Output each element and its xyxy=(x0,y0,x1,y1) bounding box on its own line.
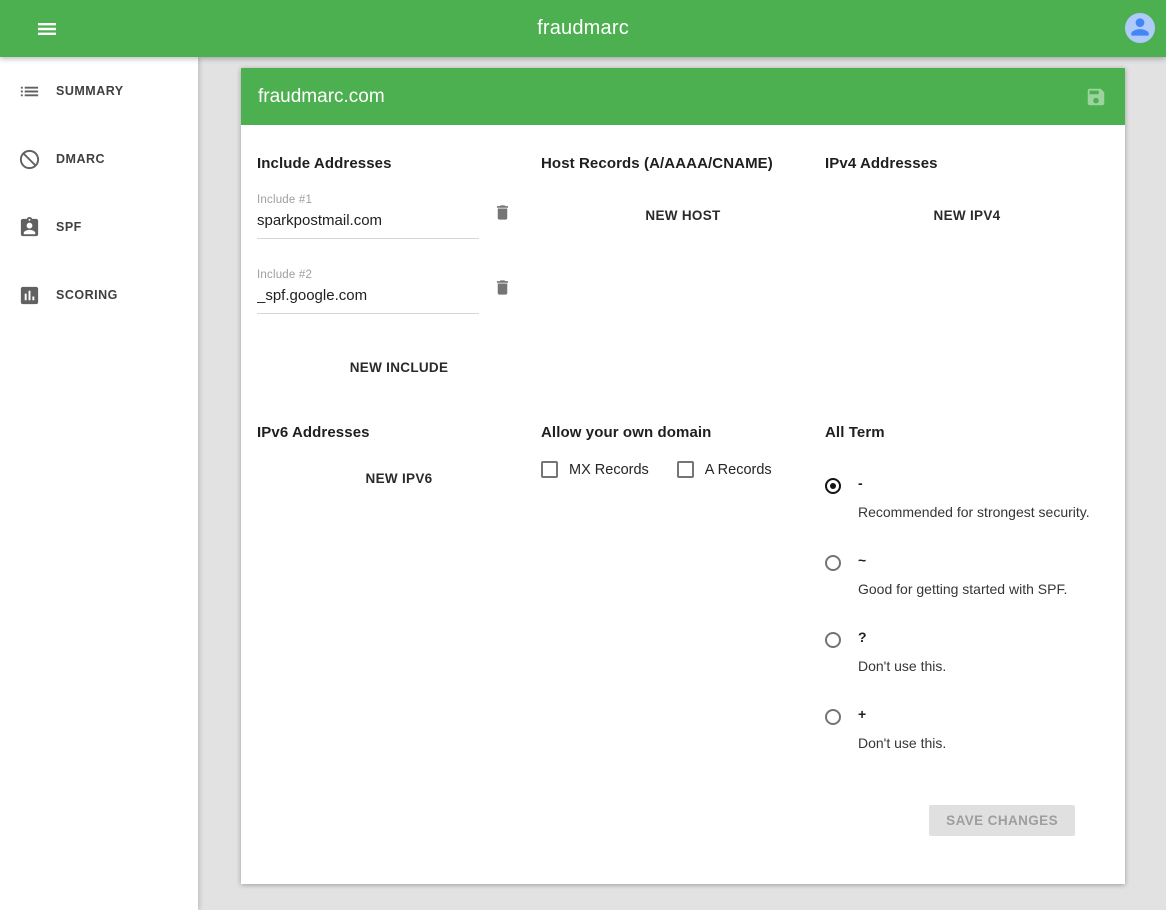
domain-card: fraudmarc.com Include Addresses Include … xyxy=(241,68,1125,884)
option-description: Good for getting started with SPF. xyxy=(858,581,1067,597)
block-icon xyxy=(18,148,41,171)
all-term-option-pass[interactable]: + Don't use this. xyxy=(825,708,1109,751)
main-content: fraudmarc.com Include Addresses Include … xyxy=(198,57,1166,910)
sidebar-item-scoring[interactable]: SCORING xyxy=(0,261,198,329)
mx-records-label: MX Records xyxy=(569,462,649,478)
option-symbol: ~ xyxy=(858,554,1067,567)
card-header: fraudmarc.com xyxy=(241,68,1125,125)
radio-button[interactable] xyxy=(825,709,841,725)
radio-button[interactable] xyxy=(825,555,841,571)
new-ipv6-button[interactable]: NEW IPV6 xyxy=(352,461,447,496)
all-term-option-softfail[interactable]: ~ Good for getting started with SPF. xyxy=(825,554,1109,597)
trash-icon xyxy=(493,278,515,297)
mx-records-checkbox-group[interactable]: MX Records xyxy=(541,461,649,478)
hamburger-menu-button[interactable] xyxy=(34,16,60,42)
hamburger-menu-icon xyxy=(35,17,59,41)
delete-include-1-button[interactable] xyxy=(493,201,515,223)
list-icon xyxy=(18,80,41,103)
all-term-option-neutral[interactable]: ? Don't use this. xyxy=(825,631,1109,674)
ipv6-title: IPv6 Addresses xyxy=(257,424,541,441)
include-field-row: Include #1 xyxy=(257,194,541,239)
host-records-section: Host Records (A/AAAA/CNAME) NEW HOST xyxy=(541,155,825,424)
include-addresses-section: Include Addresses Include #1 xyxy=(257,155,541,424)
own-domain-section: Allow your own domain MX Records A Recor… xyxy=(541,424,825,751)
sidebar-item-label: SUMMARY xyxy=(56,84,124,98)
a-records-label: A Records xyxy=(705,462,772,478)
card-body: Include Addresses Include #1 xyxy=(241,125,1125,884)
sidebar-item-spf[interactable]: SPF xyxy=(0,193,198,261)
ipv4-section: IPv4 Addresses NEW IPV4 xyxy=(825,155,1109,424)
include-2-input[interactable] xyxy=(257,281,479,314)
option-description: Don't use this. xyxy=(858,658,946,674)
ipv6-section: IPv6 Addresses NEW IPV6 xyxy=(257,424,541,751)
delete-include-2-button[interactable] xyxy=(493,276,515,298)
a-records-checkbox[interactable] xyxy=(677,461,694,478)
a-records-checkbox-group[interactable]: A Records xyxy=(677,461,772,478)
option-symbol: ? xyxy=(858,631,946,644)
new-include-button[interactable]: NEW INCLUDE xyxy=(336,350,463,385)
app-toolbar: fraudmarc xyxy=(0,0,1166,57)
radio-button[interactable] xyxy=(825,632,841,648)
bar-chart-icon xyxy=(18,284,41,307)
all-term-option-fail[interactable]: - Recommended for strongest security. xyxy=(825,477,1109,520)
include-1-label: Include #1 xyxy=(257,194,479,206)
new-host-button[interactable]: NEW HOST xyxy=(631,198,734,233)
option-symbol: + xyxy=(858,708,946,721)
user-avatar[interactable] xyxy=(1125,13,1155,43)
sidebar-item-label: DMARC xyxy=(56,152,105,166)
floppy-save-icon xyxy=(1085,86,1107,108)
trash-icon xyxy=(493,203,515,222)
badge-icon xyxy=(18,216,41,239)
include-field-row: Include #2 xyxy=(257,269,541,314)
option-symbol: - xyxy=(858,477,1090,490)
sidebar-item-label: SCORING xyxy=(56,288,118,302)
app-title: fraudmarc xyxy=(537,17,629,40)
option-description: Recommended for strongest security. xyxy=(858,504,1090,520)
sidebar-item-label: SPF xyxy=(56,220,82,234)
include-2-label: Include #2 xyxy=(257,269,479,281)
save-icon-button[interactable] xyxy=(1084,85,1108,109)
new-ipv4-button[interactable]: NEW IPV4 xyxy=(920,198,1015,233)
option-description: Don't use this. xyxy=(858,735,946,751)
mx-records-checkbox[interactable] xyxy=(541,461,558,478)
sidebar-item-dmarc[interactable]: DMARC xyxy=(0,125,198,193)
include-addresses-title: Include Addresses xyxy=(257,155,541,172)
save-changes-button[interactable]: SAVE CHANGES xyxy=(929,805,1075,836)
sidebar: SUMMARY DMARC SPF SCORING xyxy=(0,57,198,910)
host-records-title: Host Records (A/AAAA/CNAME) xyxy=(541,155,825,172)
sidebar-item-summary[interactable]: SUMMARY xyxy=(0,57,198,125)
person-icon xyxy=(1127,13,1153,43)
own-domain-title: Allow your own domain xyxy=(541,424,825,441)
radio-button[interactable] xyxy=(825,478,841,494)
ipv4-title: IPv4 Addresses xyxy=(825,155,1109,172)
include-1-input[interactable] xyxy=(257,206,479,239)
all-term-section: All Term - Recommended for strongest sec… xyxy=(825,424,1109,751)
domain-title: fraudmarc.com xyxy=(258,86,385,108)
all-term-title: All Term xyxy=(825,424,1109,441)
